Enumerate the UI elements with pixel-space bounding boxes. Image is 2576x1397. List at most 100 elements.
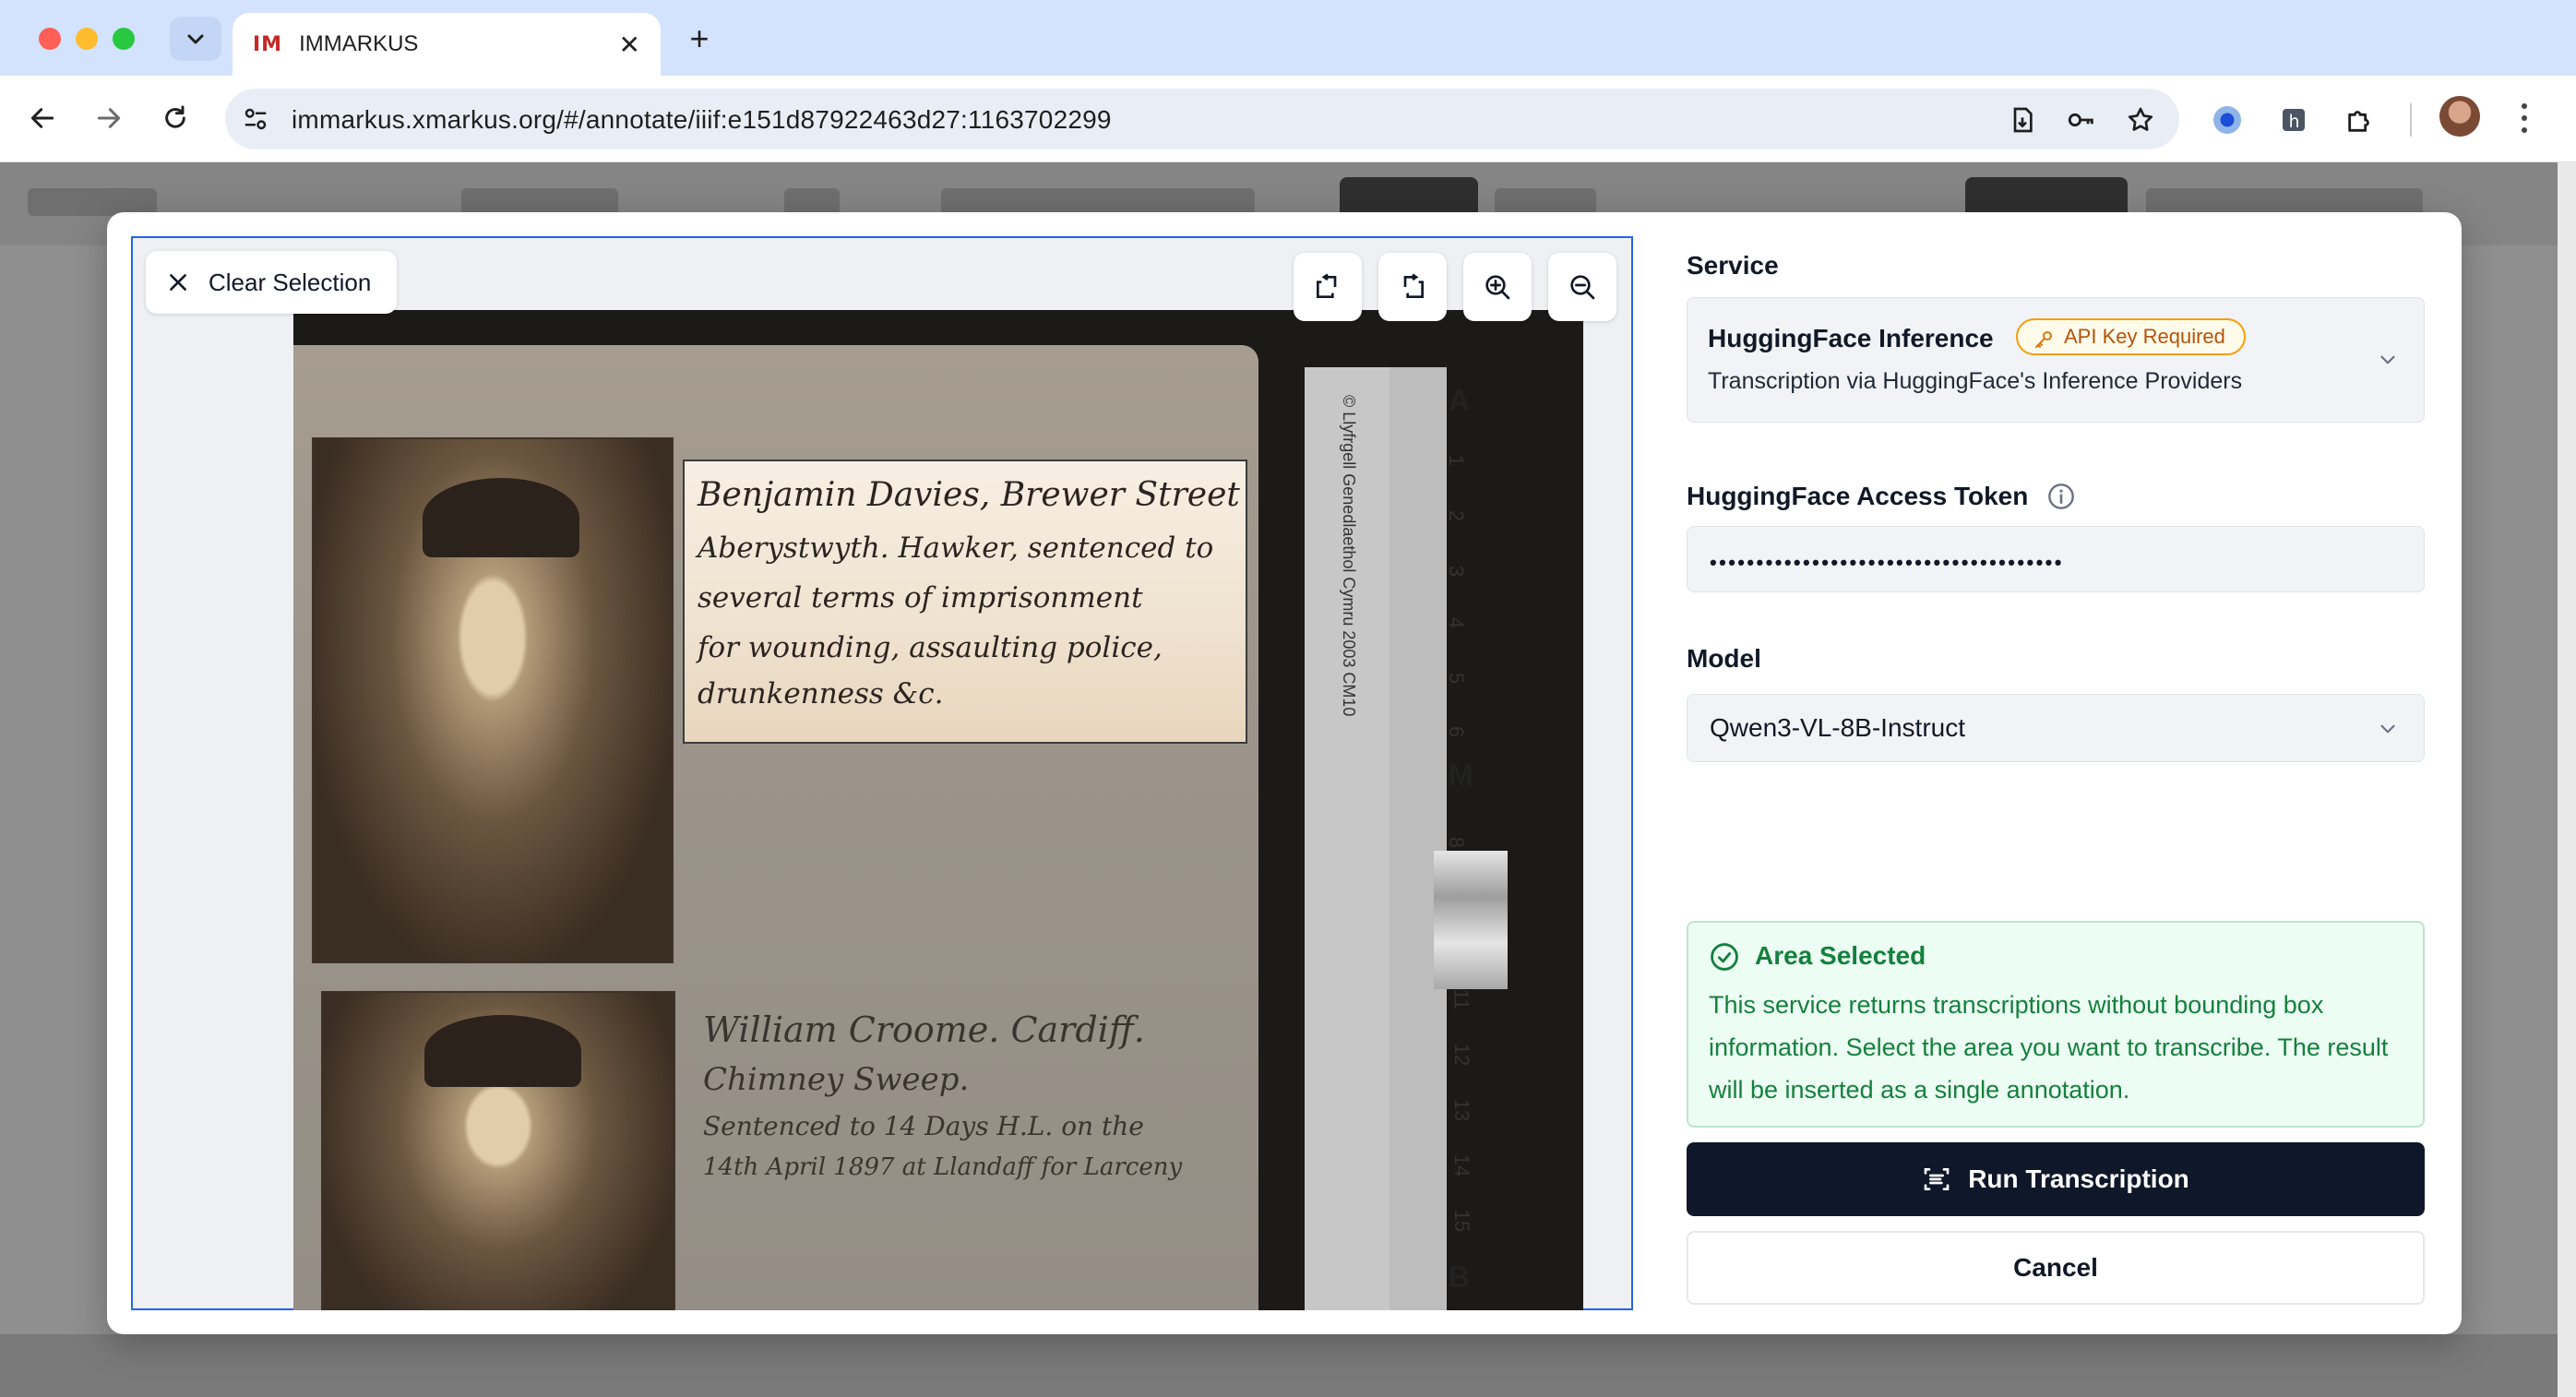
cancel-button[interactable]: Cancel — [1687, 1231, 2425, 1305]
ruler-number: 13 — [1450, 1098, 1474, 1122]
browser-menu-icon[interactable] — [2513, 100, 2535, 137]
forward-button[interactable] — [87, 96, 131, 140]
key-icon — [2035, 331, 2052, 348]
run-transcription-label: Run Transcription — [1968, 1164, 2189, 1193]
zoom-out-icon — [1570, 275, 1595, 300]
browser-tabstrip: IM IMMARKUS ✕ + — [0, 0, 2576, 76]
extensions-puzzle-icon[interactable] — [2340, 100, 2380, 140]
cancel-label: Cancel — [2013, 1253, 2098, 1282]
tab-close-icon[interactable]: ✕ — [619, 30, 640, 60]
handwriting-line: Aberystwyth. Hawker, sentenced to — [698, 531, 1214, 565]
close-icon — [170, 274, 186, 291]
window-minimize-button[interactable] — [76, 28, 98, 50]
ruler-number: 8 — [1445, 836, 1469, 849]
handwriting-line: drunkenness &c. — [698, 677, 944, 710]
chevron-down-icon — [2380, 355, 2395, 364]
portrait-hat — [423, 478, 579, 557]
run-transcription-button[interactable]: Run Transcription — [1687, 1142, 2425, 1216]
handwriting-line: Chimney Sweep. — [703, 1061, 970, 1098]
chevron-down-icon — [2380, 724, 2395, 734]
zoom-in-icon — [1485, 275, 1510, 300]
selected-area[interactable]: Benjamin Davies, Brewer Street Aberystwy… — [683, 460, 1247, 744]
extension-h-icon[interactable]: h — [2273, 100, 2314, 140]
tab-search-button[interactable] — [170, 17, 221, 61]
manuscript-image[interactable]: Benjamin Davies, Brewer Street Aberystwy… — [293, 310, 1583, 1310]
address-bar[interactable]: immarkus.xmarkus.org/#/annotate/iiif:e15… — [225, 89, 2179, 149]
scan-text-icon — [1924, 1168, 1950, 1190]
token-value: •••••••••••••••••••••••••••••••••••••• — [1710, 551, 2064, 574]
site-settings-icon[interactable] — [242, 105, 269, 133]
model-select[interactable]: Qwen3-VL-8B-Instruct — [1687, 694, 2425, 762]
reload-icon — [165, 105, 185, 128]
notice-body: This service returns transcriptions with… — [1709, 991, 2389, 1104]
svg-text:h: h — [2289, 113, 2300, 132]
api-key-badge-label: API Key Required — [2064, 325, 2225, 348]
portrait-photo — [321, 991, 675, 1310]
install-app-icon[interactable] — [2006, 103, 2039, 137]
clear-selection-button[interactable]: Clear Selection — [146, 251, 397, 314]
toolbar-divider — [2410, 103, 2412, 137]
handwriting-line: Benjamin Davies, Brewer Street — [698, 476, 1240, 514]
area-selected-notice: Area Selected This service returns trans… — [1687, 921, 2425, 1128]
ruler-number: 2 — [1445, 509, 1469, 522]
ruler-caption: © Llyfrgell Genedlaethol Cymru 2003 CM10 — [1340, 395, 1358, 717]
ruler-letter: B — [1449, 1260, 1471, 1294]
browser-tab-active[interactable]: IM IMMARKUS ✕ — [233, 13, 661, 76]
browser-toolbar: immarkus.xmarkus.org/#/annotate/iiif:e15… — [0, 76, 2576, 162]
tab-title: IMMARKUS — [299, 31, 419, 56]
password-key-icon[interactable] — [2065, 103, 2098, 137]
url-text[interactable]: immarkus.xmarkus.org/#/annotate/iiif:e15… — [292, 105, 1112, 135]
page-thumbnails-dimmed — [0, 1334, 2576, 1397]
ruler-number: 4 — [1445, 616, 1469, 629]
token-input[interactable]: •••••••••••••••••••••••••••••••••••••• — [1687, 526, 2425, 592]
service-name: HuggingFace Inference — [1708, 324, 1994, 352]
ruler-number: 15 — [1450, 1209, 1474, 1233]
ruler-number: 12 — [1450, 1043, 1474, 1067]
ruler-letter: A — [1449, 384, 1471, 417]
color-ruler: © Llyfrgell Genedlaethol Cymru 2003 CM10 — [1305, 367, 1389, 1310]
zoom-in-button[interactable] — [1463, 253, 1532, 321]
ruler-number: 6 — [1445, 725, 1469, 738]
profile-avatar[interactable] — [2439, 96, 2480, 137]
arrow-right-icon — [97, 108, 121, 128]
handwriting-line: several terms of imprisonment — [698, 581, 1143, 615]
back-button[interactable] — [20, 96, 65, 140]
page-right-edge — [2558, 162, 2576, 1397]
check-circle-icon — [1711, 943, 1738, 971]
ruler-number: 1 — [1445, 454, 1469, 467]
token-label: HuggingFace Access Token — [1687, 482, 2029, 510]
arrow-left-icon — [30, 108, 54, 128]
service-label: Service — [1687, 251, 1779, 280]
handwriting-line: Sentenced to 14 Days H.L. on the — [703, 1111, 1144, 1141]
handwriting-line: 14th April 1897 at Llandaff for Larceny — [703, 1153, 1183, 1181]
reload-button[interactable] — [153, 96, 197, 140]
ruler-letter: M — [1449, 758, 1473, 792]
model-label: Model — [1687, 644, 1761, 673]
portrait-photo — [312, 437, 674, 963]
ruler-number: 5 — [1445, 672, 1469, 685]
service-select[interactable]: HuggingFace Inference API Key Required T… — [1687, 297, 2425, 423]
model-value: Qwen3-VL-8B-Instruct — [1710, 713, 1965, 742]
bookmark-star-icon[interactable] — [2124, 103, 2157, 137]
rotate-right-icon — [1403, 273, 1424, 298]
handwriting-line: William Croome. Cardiff. — [703, 1009, 1145, 1050]
handwriting-line: for wounding, assaulting police, — [698, 631, 1163, 664]
rotate-right-button[interactable] — [1378, 253, 1447, 321]
rotate-left-button[interactable] — [1294, 253, 1362, 321]
window-maximize-button[interactable] — [113, 28, 135, 50]
chevron-down-icon — [187, 34, 204, 44]
grey-scale-patch — [1434, 851, 1508, 989]
info-icon[interactable] — [2046, 482, 2076, 511]
new-tab-button[interactable]: + — [681, 19, 718, 57]
measure-ruler — [1389, 367, 1447, 1310]
api-key-badge: API Key Required — [2016, 318, 2246, 355]
extension-blue-icon[interactable] — [2207, 100, 2248, 140]
service-description: Transcription via HuggingFace's Inferenc… — [1708, 368, 2243, 394]
ruler-number: 14 — [1450, 1153, 1474, 1177]
ruler-number: 11 — [1449, 988, 1473, 1010]
notice-title: Area Selected — [1755, 941, 1926, 970]
immarkus-favicon-icon: IM — [253, 32, 283, 56]
zoom-out-button[interactable] — [1548, 253, 1616, 321]
window-close-button[interactable] — [39, 28, 61, 50]
manuscript-page: Benjamin Davies, Brewer Street Aberystwy… — [293, 345, 1258, 1310]
